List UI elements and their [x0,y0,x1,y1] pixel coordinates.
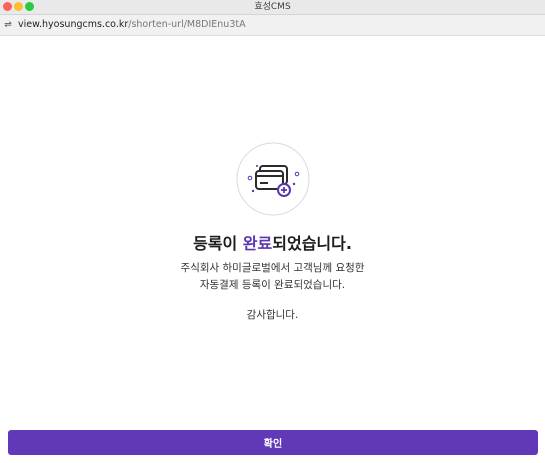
url-path: /shorten-url/M8DIEnu3tA [128,19,246,30]
confirm-button[interactable]: 확인 [8,430,538,455]
window-titlebar: 효성CMS [0,0,545,15]
completion-message: 주식회사 하미글로벌에서 고객님께 요청한 자동결제 등록이 완료되었습니다. [0,260,545,294]
message-line-1: 주식회사 하미글로벌에서 고객님께 요청한 [180,262,365,274]
main-content: 등록이 완료되었습니다. 주식회사 하미글로벌에서 고객님께 요청한 자동결제 … [0,36,545,463]
headline-suffix: 되었습니다. [272,234,352,253]
thanks-text: 감사합니다. [246,309,299,321]
message-line-2: 자동결제 등록이 완료되었습니다. [199,279,346,291]
completion-headline: 등록이 완료되었습니다. [0,230,545,254]
headline-accent: 완료 [242,234,273,253]
window-title: 효성CMS [254,2,291,12]
site-settings-icon[interactable]: ⇌ [3,19,13,31]
url-text[interactable]: view.hyosungcms.co.kr/shorten-url/M8DIEn… [18,15,246,35]
card-registration-icon [236,142,310,216]
headline-prefix: 등록이 [193,234,243,253]
address-bar[interactable]: ⇌ view.hyosungcms.co.kr/shorten-url/M8DI… [0,15,545,36]
url-host: view.hyosungcms.co.kr [18,19,129,30]
